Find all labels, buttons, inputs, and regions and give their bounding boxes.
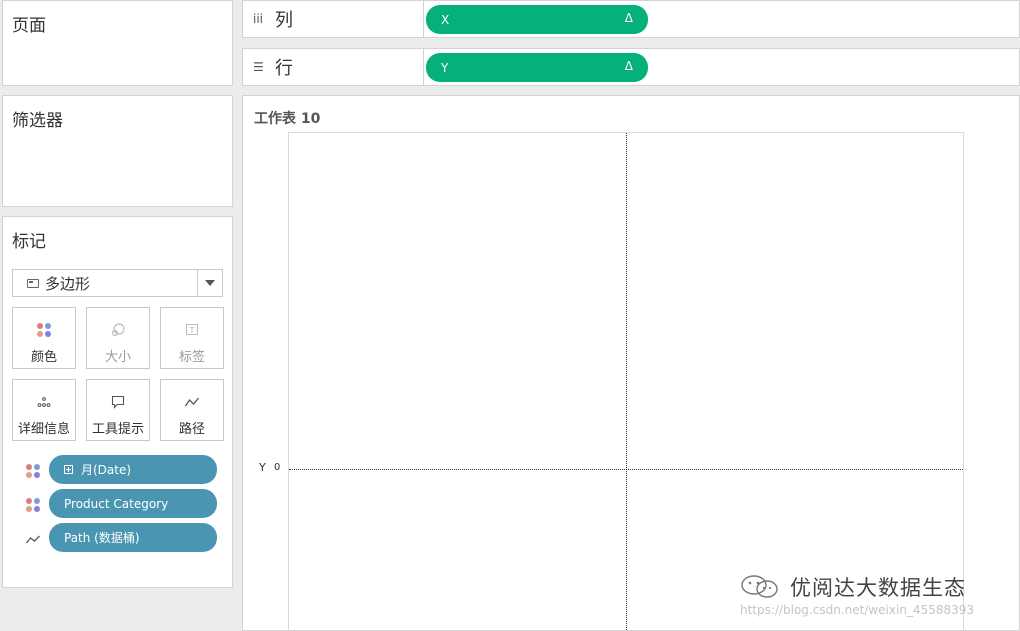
polygon-mark-icon (27, 278, 39, 288)
y-zero-line (289, 469, 963, 470)
marks-field-row-path: Path (数据桶) (3, 523, 234, 553)
field-pill-path-bins[interactable]: Path (数据桶) (49, 523, 217, 552)
size-button-label: 大小 (104, 350, 131, 365)
columns-shelf-header: iii 列 (243, 1, 424, 37)
expand-plus-icon[interactable] (64, 465, 73, 474)
watermark: 优阅达大数据生态 https://blog.csdn.net/weixin_45… (740, 572, 1015, 627)
size-button[interactable]: 大小 (86, 307, 150, 369)
field-pill-month-date[interactable]: 月(Date) (49, 455, 217, 484)
color-button[interactable]: 颜色 (12, 307, 76, 369)
color-button-label: 颜色 (30, 350, 57, 365)
path-button-label: 路径 (178, 422, 205, 437)
marks-panel: 标记 多边形 颜色 大小 T 标签 详细信息 工具提示 路径 月(Date) P… (2, 216, 233, 588)
mark-type-label: 多边形 (45, 274, 91, 293)
rows-shelf-header: ☰ 行 (243, 49, 424, 85)
label-button[interactable]: T 标签 (160, 307, 224, 369)
watermark-url: https://blog.csdn.net/weixin_45588393 (740, 603, 975, 617)
plot-area[interactable] (288, 132, 964, 631)
filters-panel[interactable]: 筛选器 (2, 95, 233, 207)
path-button[interactable]: 路径 (160, 379, 224, 441)
field-pill-label: Product Category (64, 496, 169, 511)
pill-label: X (441, 12, 450, 27)
pages-panel-title: 页面 (12, 16, 46, 36)
delta-icon: Δ (624, 11, 633, 25)
y-tick-zero: 0 (274, 462, 281, 473)
color-dots-icon (36, 322, 52, 338)
tableau-workspace: 页面 筛选器 标记 多边形 颜色 大小 T 标签 详细信息 工具提示 路径 月(… (0, 0, 1020, 631)
marks-field-row-date: 月(Date) (3, 455, 234, 485)
mark-type-dropdown[interactable]: 多边形 (12, 269, 223, 297)
label-icon: T (184, 322, 200, 338)
worksheet-canvas[interactable]: 工作表 10 Y 0 (242, 95, 1020, 631)
filters-panel-title: 筛选器 (12, 111, 63, 131)
pages-panel[interactable]: 页面 (2, 0, 233, 86)
columns-icon: iii (253, 12, 264, 26)
svg-text:T: T (189, 326, 195, 335)
field-pill-label: 月(Date) (81, 463, 132, 477)
detail-button-label: 详细信息 (17, 422, 70, 437)
columns-pill-x[interactable]: X Δ (426, 5, 648, 34)
color-dots-icon (25, 463, 41, 479)
tooltip-button[interactable]: 工具提示 (86, 379, 150, 441)
rows-pill-y[interactable]: Y Δ (426, 53, 648, 82)
path-icon (25, 531, 41, 547)
label-button-label: 标签 (178, 350, 205, 365)
size-icon (110, 322, 126, 338)
watermark-title: 优阅达大数据生态 (790, 576, 966, 600)
path-icon (184, 394, 200, 410)
delta-icon: Δ (624, 59, 633, 73)
detail-icon (36, 394, 52, 410)
marks-panel-title: 标记 (12, 232, 46, 252)
worksheet-title[interactable]: 工作表 10 (254, 108, 320, 128)
detail-button[interactable]: 详细信息 (12, 379, 76, 441)
x-zero-line (626, 133, 627, 631)
color-dots-icon (25, 497, 41, 513)
wechat-icon (741, 575, 778, 598)
columns-shelf[interactable]: iii 列 X Δ (242, 0, 1020, 38)
y-axis-label: Y (259, 461, 266, 474)
tooltip-icon (110, 394, 126, 410)
tooltip-button-label: 工具提示 (91, 422, 144, 437)
pill-label: Y (441, 60, 449, 75)
columns-shelf-label: 列 (275, 10, 293, 31)
rows-shelf-label: 行 (275, 58, 293, 79)
field-pill-product-category[interactable]: Product Category (49, 489, 217, 518)
marks-field-row-category: Product Category (3, 489, 234, 519)
rows-icon: ☰ (253, 60, 264, 74)
rows-shelf[interactable]: ☰ 行 Y Δ (242, 48, 1020, 86)
field-pill-label: Path (数据桶) (64, 531, 140, 545)
chevron-down-icon[interactable] (197, 270, 222, 296)
